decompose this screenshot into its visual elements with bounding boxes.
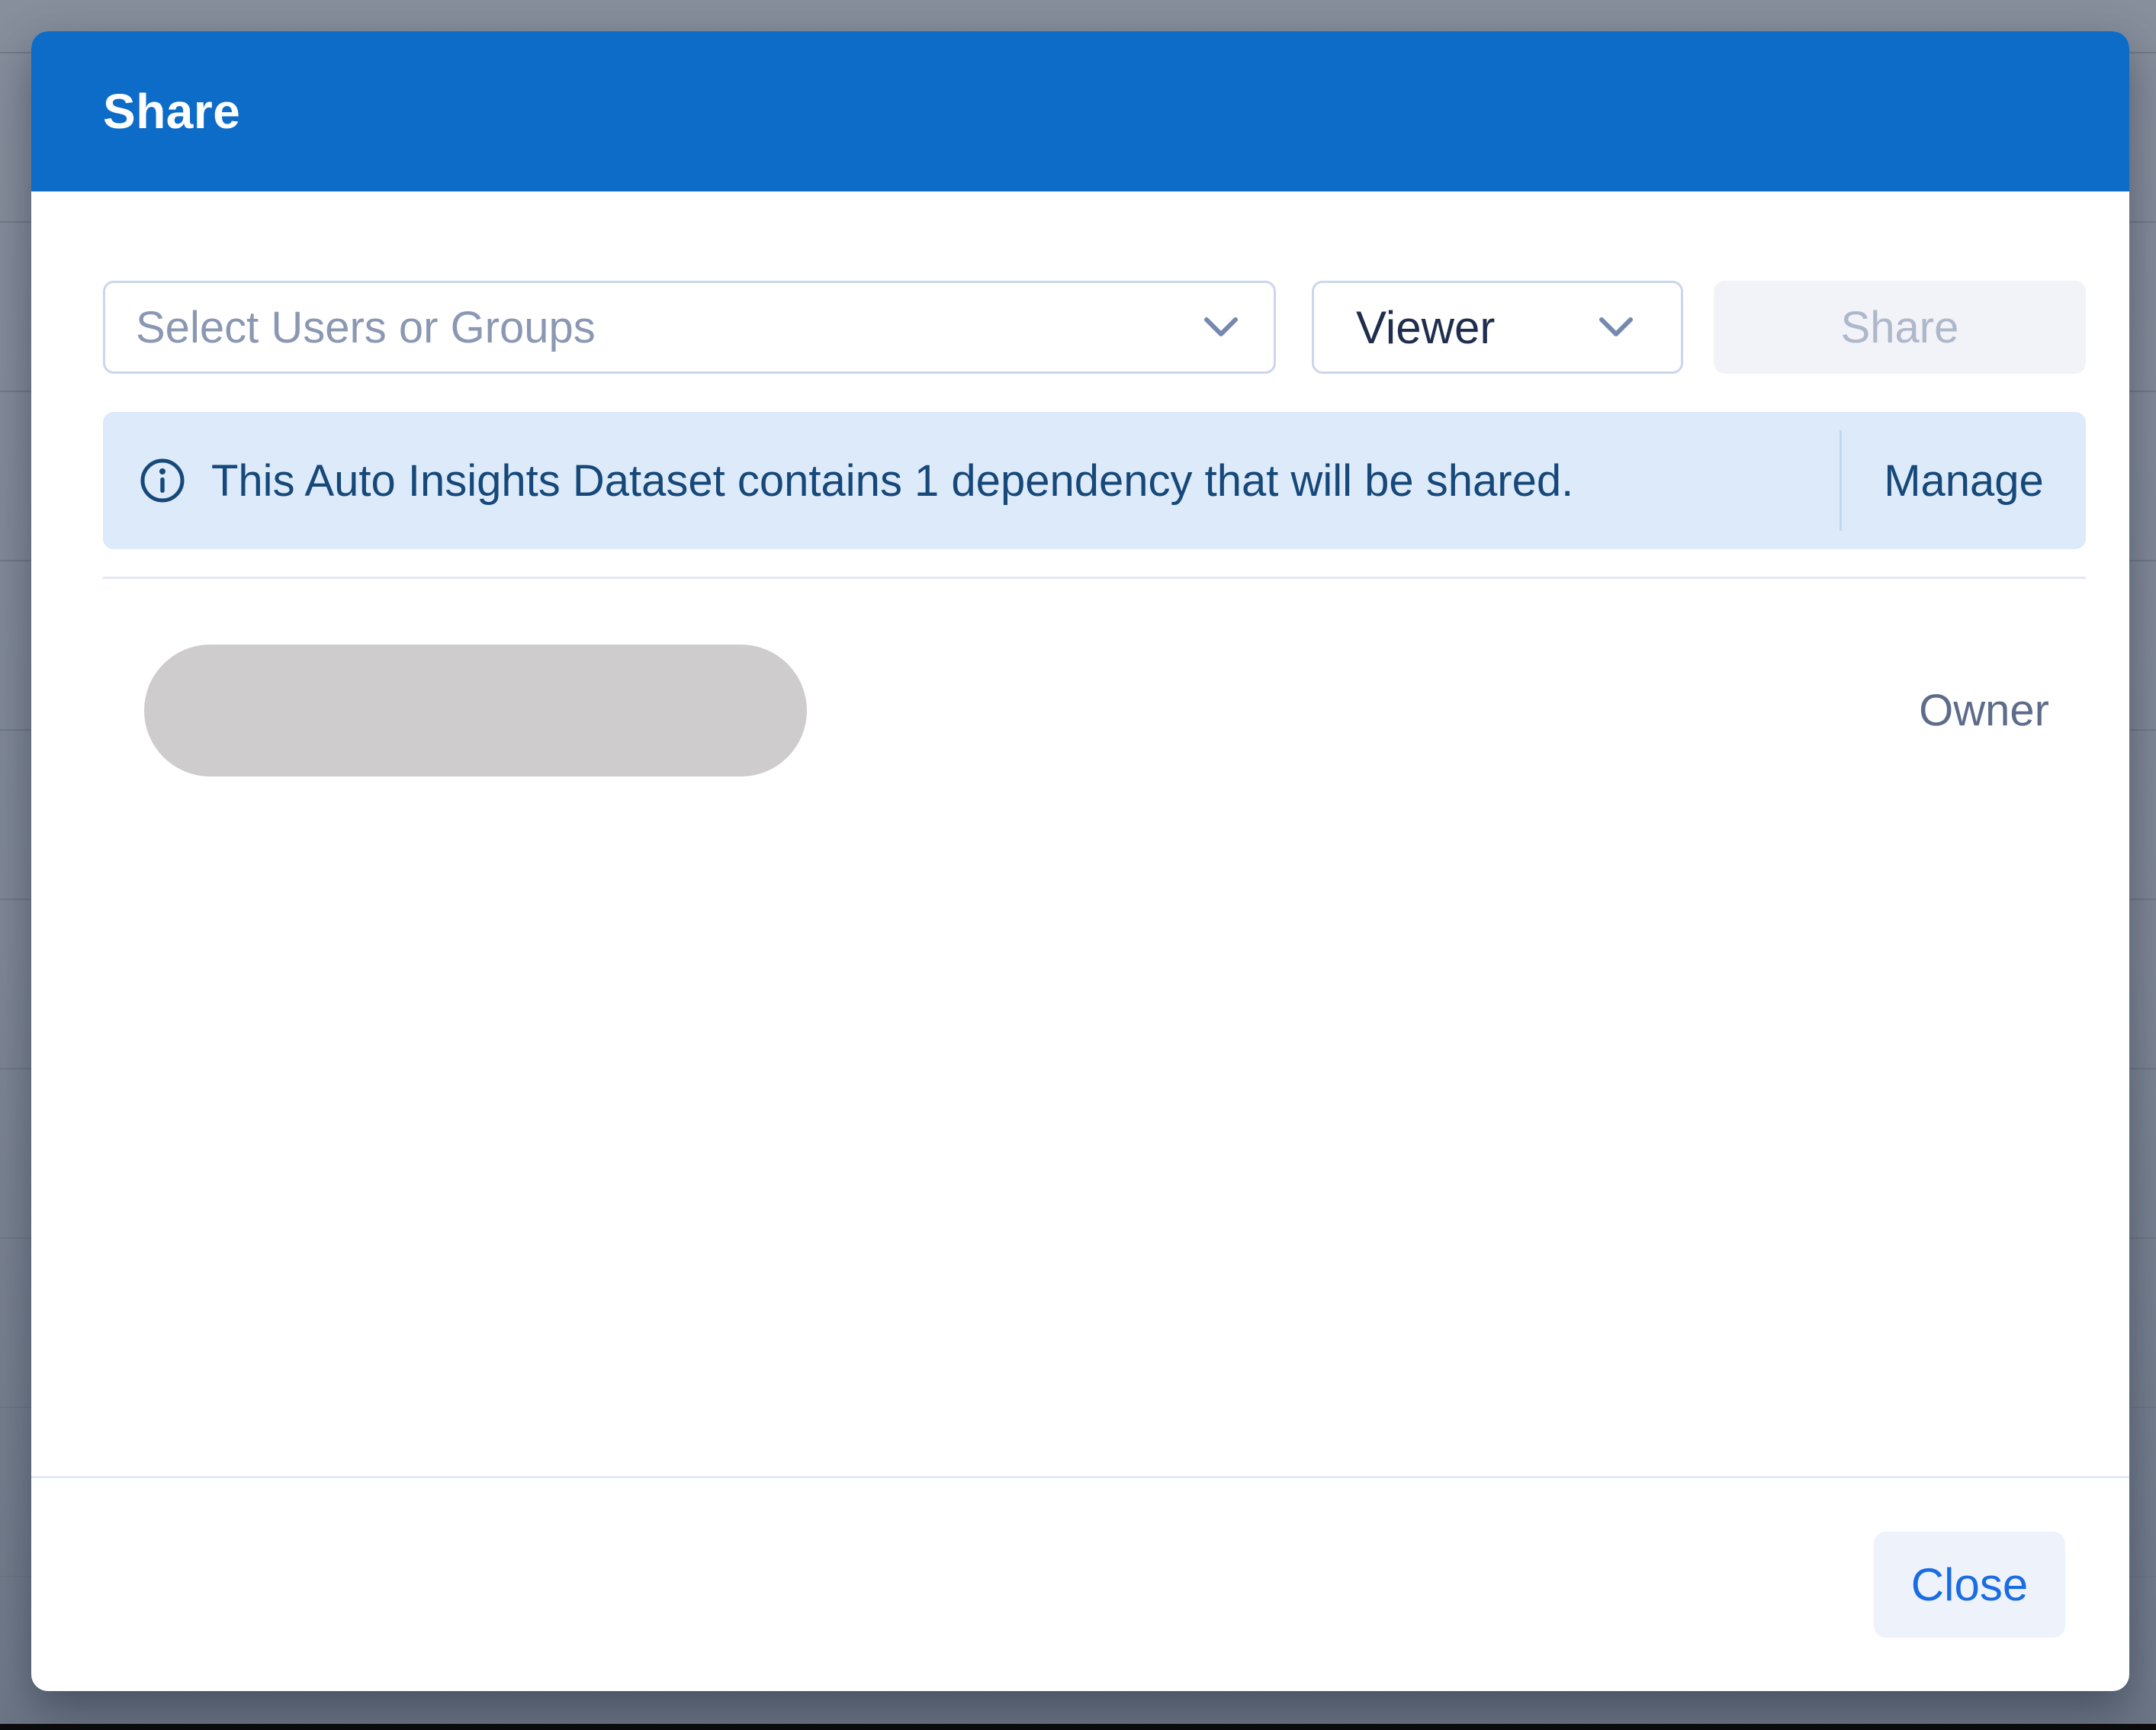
role-select-dropdown[interactable]: Viewer — [1312, 281, 1683, 374]
chevron-down-icon — [1203, 317, 1239, 338]
role-select-value: Viewer — [1356, 301, 1495, 354]
info-circle-icon — [140, 458, 185, 503]
share-dialog-footer: Close — [31, 1476, 2129, 1691]
dependency-info-text: This Auto Insights Dataset contains 1 de… — [211, 455, 1573, 506]
select-users-placeholder: Select Users or Groups — [136, 302, 1203, 353]
share-dialog-header: Share — [31, 31, 2129, 191]
share-controls-row: Select Users or Groups Viewer Share — [103, 281, 2086, 374]
bottom-black-bar — [0, 1724, 2156, 1730]
share-dialog-body: Select Users or Groups Viewer Share — [31, 191, 2129, 1476]
member-name-redacted — [144, 645, 807, 777]
dialog-title: Share — [103, 83, 240, 140]
content-divider — [103, 577, 2086, 579]
share-dialog: Share Select Users or Groups Viewer Shar… — [31, 31, 2129, 1691]
member-row: Owner — [103, 645, 2086, 777]
dependency-info-banner: This Auto Insights Dataset contains 1 de… — [103, 412, 2086, 549]
screen: Share Select Users or Groups Viewer Shar… — [0, 0, 2156, 1730]
chevron-down-icon — [1599, 317, 1634, 338]
close-button[interactable]: Close — [1874, 1532, 2065, 1638]
manage-dependencies-link[interactable]: Manage — [1842, 412, 2086, 549]
select-users-combobox[interactable]: Select Users or Groups — [103, 281, 1276, 374]
share-button[interactable]: Share — [1714, 281, 2086, 374]
member-role-label: Owner — [1919, 685, 2049, 736]
dependency-info-message-area: This Auto Insights Dataset contains 1 de… — [103, 412, 1840, 549]
